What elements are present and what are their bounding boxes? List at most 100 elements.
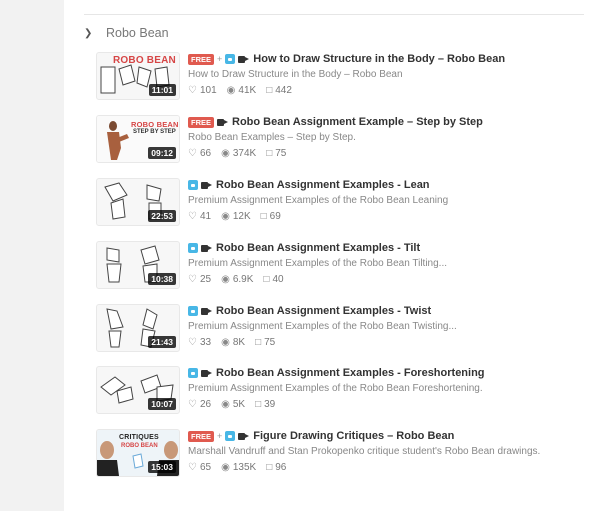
- item-title[interactable]: How to Draw Structure in the Body – Robo…: [253, 53, 505, 65]
- video-thumbnail[interactable]: ROBO BEAN STEP BY STEP 09:12: [96, 115, 180, 163]
- likes-count: 25: [199, 274, 212, 285]
- likes-count: 41: [199, 211, 212, 222]
- item-title[interactable]: Figure Drawing Critiques – Robo Bean: [253, 430, 454, 442]
- item-info: Robo Bean Assignment Examples - Twist Pr…: [188, 304, 583, 348]
- list-item[interactable]: 10:07 Robo Bean Assignment Examples - Fo…: [96, 366, 586, 414]
- video-thumbnail[interactable]: 22:53: [96, 178, 180, 226]
- list-item[interactable]: 10:38 Robo Bean Assignment Examples - Ti…: [96, 241, 586, 289]
- comment-icon[interactable]: □: [255, 337, 261, 348]
- video-thumbnail[interactable]: ROBO BEAN 11:01: [96, 52, 180, 100]
- duration-label: 11:01: [148, 84, 176, 96]
- eye-icon: ◉: [226, 85, 236, 96]
- item-info: Robo Bean Assignment Examples - Tilt Pre…: [188, 241, 583, 285]
- comment-icon[interactable]: □: [255, 399, 261, 410]
- video-camera-icon: [201, 369, 213, 378]
- views-count: 12K: [232, 211, 251, 222]
- item-stats: ♡ 41 ◉ 12K □ 69: [188, 211, 583, 222]
- comments-count: 39: [264, 399, 276, 410]
- divider: [84, 14, 584, 15]
- item-stats: ♡ 33 ◉ 8K □ 75: [188, 337, 583, 348]
- duration-label: 22:53: [148, 210, 176, 222]
- list-item[interactable]: ROBO BEAN 11:01 FREE + How to Draw Struc…: [96, 52, 586, 100]
- heart-icon[interactable]: ♡: [188, 337, 197, 348]
- lock-icon: [188, 180, 198, 190]
- likes-count: 65: [199, 462, 212, 473]
- video-camera-icon: [201, 244, 213, 253]
- heart-icon[interactable]: ♡: [188, 85, 197, 96]
- comments-count: 69: [269, 211, 281, 222]
- chevron-down-icon[interactable]: ❯: [84, 28, 96, 39]
- item-info: Robo Bean Assignment Examples - Lean Pre…: [188, 178, 583, 222]
- duration-label: 09:12: [148, 147, 176, 159]
- section-header[interactable]: ❯ Robo Bean: [84, 24, 169, 42]
- video-thumbnail[interactable]: 10:07: [96, 366, 180, 414]
- list-item[interactable]: 22:53 Robo Bean Assignment Examples - Le…: [96, 178, 586, 226]
- item-info: FREE Robo Bean Assignment Example – Step…: [188, 115, 583, 159]
- comment-icon[interactable]: □: [266, 462, 272, 473]
- video-camera-icon: [238, 55, 250, 64]
- views-count: 8K: [232, 337, 246, 348]
- video-thumbnail[interactable]: 21:43: [96, 304, 180, 352]
- heart-icon[interactable]: ♡: [188, 274, 197, 285]
- item-stats: ♡ 101 ◉ 41K □ 442: [188, 85, 583, 96]
- plus-sign: +: [217, 54, 223, 64]
- item-description: How to Draw Structure in the Body – Robo…: [188, 69, 403, 80]
- heart-icon[interactable]: ♡: [188, 462, 197, 473]
- comment-icon[interactable]: □: [266, 148, 272, 159]
- eye-icon: ◉: [221, 462, 230, 473]
- item-stats: ♡ 25 ◉ 6.9K □ 40: [188, 274, 583, 285]
- comments-count: 75: [264, 337, 276, 348]
- item-description: Premium Assignment Examples of the Robo …: [188, 321, 457, 332]
- item-title[interactable]: Robo Bean Assignment Examples - Lean: [216, 179, 430, 191]
- lock-icon: [225, 54, 236, 64]
- item-info: FREE + How to Draw Structure in the Body…: [188, 52, 583, 96]
- item-description: Premium Assignment Examples of the Robo …: [188, 258, 448, 269]
- eye-icon: ◉: [221, 148, 230, 159]
- likes-count: 101: [199, 85, 217, 96]
- item-title[interactable]: Robo Bean Assignment Examples - Tilt: [216, 242, 420, 254]
- duration-label: 21:43: [148, 336, 176, 348]
- comments-count: 75: [275, 148, 287, 159]
- thumbnail-subtitle: STEP BY STEP: [133, 129, 176, 135]
- item-stats: ♡ 66 ◉ 374K □ 75: [188, 148, 583, 159]
- likes-count: 26: [199, 399, 212, 410]
- comments-count: 40: [272, 274, 284, 285]
- item-description: Premium Assignment Examples of the Robo …: [188, 195, 449, 206]
- comments-count: 442: [275, 85, 292, 96]
- list-item[interactable]: 21:43 Robo Bean Assignment Examples - Tw…: [96, 304, 586, 352]
- eye-icon: ◉: [221, 274, 230, 285]
- item-stats: ♡ 65 ◉ 135K □ 96: [188, 462, 583, 473]
- section-title: Robo Bean: [106, 26, 169, 40]
- eye-icon: ◉: [221, 399, 230, 410]
- video-camera-icon: [217, 118, 229, 127]
- list-item[interactable]: CRITIQUES ROBO BEAN 15:03 FREE + Figure …: [96, 429, 586, 477]
- video-thumbnail[interactable]: CRITIQUES ROBO BEAN 15:03: [96, 429, 180, 477]
- comment-icon[interactable]: □: [261, 211, 267, 222]
- duration-label: 15:03: [148, 461, 176, 473]
- list-item[interactable]: ROBO BEAN STEP BY STEP 09:12 FREE Robo B…: [96, 115, 586, 163]
- free-badge: FREE: [188, 53, 215, 65]
- lock-icon: [188, 243, 198, 253]
- item-title[interactable]: Robo Bean Assignment Example – Step by S…: [232, 116, 483, 128]
- item-title[interactable]: Robo Bean Assignment Examples - Foreshor…: [216, 367, 485, 379]
- video-camera-icon: [201, 307, 213, 316]
- views-count: 5K: [232, 399, 246, 410]
- lock-icon: [188, 368, 198, 378]
- comment-icon[interactable]: □: [263, 274, 269, 285]
- heart-icon[interactable]: ♡: [188, 148, 197, 159]
- views-count: 41K: [238, 85, 257, 96]
- item-title[interactable]: Robo Bean Assignment Examples - Twist: [216, 305, 431, 317]
- video-camera-icon: [238, 432, 250, 441]
- heart-icon[interactable]: ♡: [188, 399, 197, 410]
- likes-count: 66: [199, 148, 212, 159]
- views-count: 374K: [232, 148, 257, 159]
- video-thumbnail[interactable]: 10:38: [96, 241, 180, 289]
- eye-icon: ◉: [221, 337, 230, 348]
- item-description: Marshall Vandruff and Stan Prokopenko cr…: [188, 446, 541, 457]
- comment-icon[interactable]: □: [266, 85, 272, 96]
- views-count: 6.9K: [232, 274, 254, 285]
- lock-icon: [225, 431, 236, 441]
- heart-icon[interactable]: ♡: [188, 211, 197, 222]
- video-camera-icon: [201, 181, 213, 190]
- thumbnail-title: ROBO BEAN: [113, 55, 176, 66]
